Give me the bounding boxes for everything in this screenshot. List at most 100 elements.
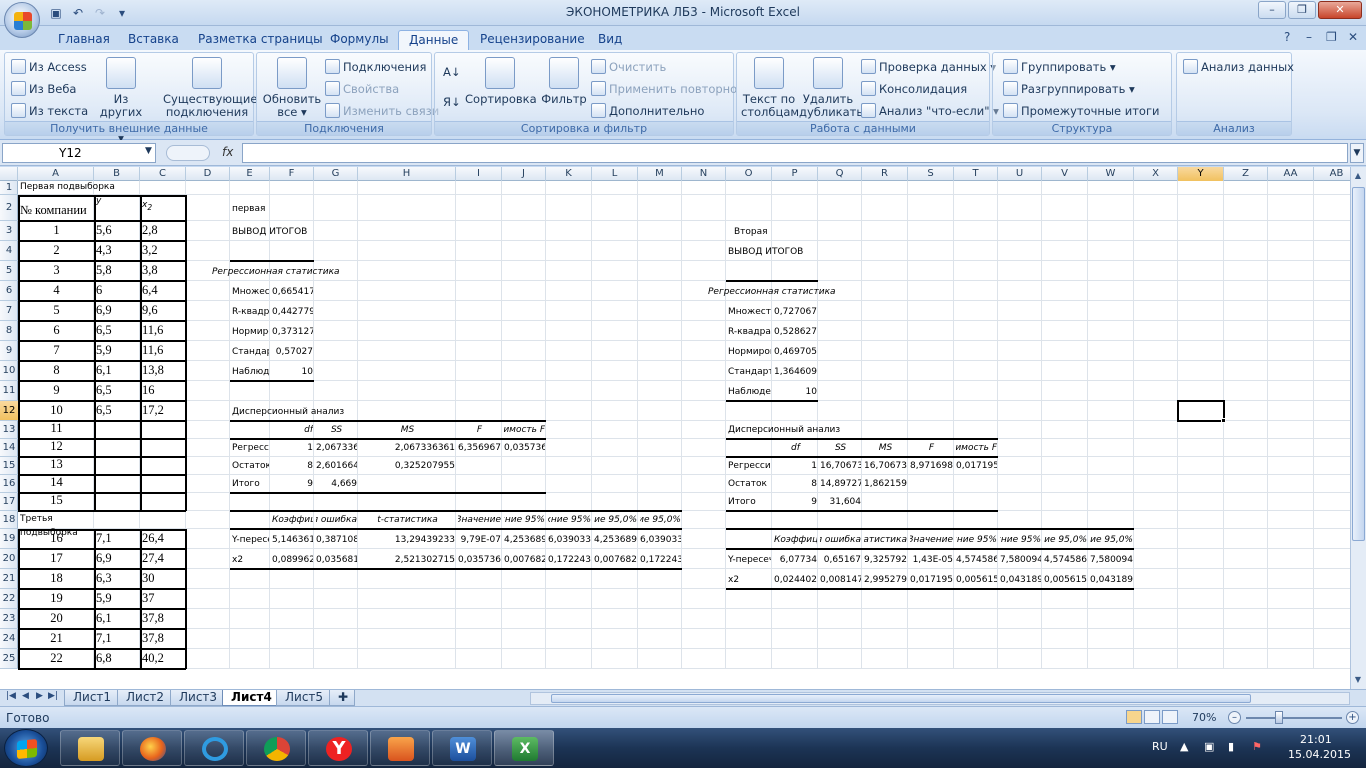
column-header-f[interactable]: F	[270, 167, 314, 181]
table-row-cell[interactable]: 2	[20, 244, 93, 257]
help-icon[interactable]: ?	[1284, 30, 1290, 44]
horizontal-scrollbar[interactable]	[530, 692, 1350, 705]
cell-q16[interactable]: 14,89727	[820, 478, 861, 491]
row-header-9[interactable]: 9	[0, 341, 18, 361]
cell-s19[interactable]: P-Значение	[910, 534, 953, 547]
column-header-e[interactable]: E	[230, 167, 270, 181]
sheet-tab-4[interactable]: Лист4	[222, 690, 281, 706]
properties-button[interactable]: Свойства	[325, 81, 399, 96]
table-row-cell[interactable]: 37	[142, 592, 185, 605]
cell-h18[interactable]: t-статистика	[360, 514, 455, 527]
table-row-cell[interactable]: 17	[20, 552, 93, 565]
table-row-cell[interactable]: 30	[142, 572, 185, 585]
cell-r21[interactable]: 2,995279	[864, 574, 907, 587]
cell-r20[interactable]: 9,325792	[864, 554, 907, 567]
what-if-button[interactable]: Анализ "что-если" ▾	[861, 103, 999, 118]
table-row-cell[interactable]: 6	[96, 284, 139, 297]
table-row-cell[interactable]: 11	[20, 422, 93, 435]
table-row-cell[interactable]: 5,6	[96, 224, 139, 237]
column-header-y[interactable]: Y	[1178, 167, 1224, 181]
tray-flag-icon[interactable]: ⚑	[1252, 740, 1262, 753]
cell-t21[interactable]: 0,005615	[956, 574, 997, 587]
row-header-4[interactable]: 4	[0, 241, 18, 261]
table-row-cell[interactable]: 18	[20, 572, 93, 585]
cell-k18[interactable]: Верхние 95%	[548, 514, 591, 527]
table-row-cell[interactable]: 4	[20, 284, 93, 297]
from-web-button[interactable]: Из Веба	[11, 81, 76, 96]
office-button[interactable]	[4, 2, 40, 38]
cell-g20[interactable]: 0,035681	[316, 554, 357, 567]
zoom-slider-knob[interactable]	[1275, 711, 1283, 724]
cell-o7[interactable]: Множест	[728, 306, 771, 319]
normal-view-icon[interactable]	[1126, 710, 1142, 724]
cell-o4[interactable]: ВЫВОД ИТОГОВ	[728, 246, 818, 259]
cell-o20[interactable]: Y-пересеч	[728, 554, 771, 567]
cell-v21[interactable]: 0,005615	[1044, 574, 1087, 587]
row-header-13[interactable]: 13	[0, 421, 18, 439]
table-row-cell[interactable]: 7	[20, 344, 93, 357]
start-button[interactable]	[4, 729, 48, 767]
cell-h13[interactable]: MS	[360, 424, 455, 437]
cell-w19[interactable]: Верхние 95,0%	[1090, 534, 1133, 547]
table-row-cell[interactable]: 27,4	[142, 552, 185, 565]
cell-o10[interactable]: Стандартн	[728, 366, 771, 379]
cell-f20[interactable]: 0,089962	[272, 554, 313, 567]
cell-q20[interactable]: 0,65167	[820, 554, 861, 567]
data-analysis-button[interactable]: Анализ данных	[1183, 59, 1294, 74]
cell-e6[interactable]: Множес	[232, 286, 269, 299]
cell-o21[interactable]: x2	[728, 574, 771, 587]
cell-q15[interactable]: 16,70673	[820, 460, 861, 473]
table-row-cell[interactable]: 12	[20, 440, 93, 453]
refresh-all-button[interactable]: Обновить все ▾	[261, 57, 323, 119]
cell-l20[interactable]: 0,007682	[594, 554, 637, 567]
table-row-cell[interactable]: 3,8	[142, 264, 185, 277]
cell-o13[interactable]: Дисперсионный анализ	[728, 424, 868, 437]
cell-e2[interactable]: первая	[232, 203, 269, 216]
row-header-3[interactable]: 3	[0, 221, 18, 241]
cell-f10[interactable]: 10	[272, 366, 313, 379]
row-header-8[interactable]: 8	[0, 321, 18, 341]
cell-o3[interactable]: Вторая	[734, 226, 777, 239]
table-row-cell[interactable]: 8	[20, 364, 93, 377]
cell-o15[interactable]: Регрессия	[728, 460, 771, 473]
cell-o6[interactable]: Регрессионная статистика	[708, 286, 848, 299]
cell-r19[interactable]: t-статистика	[864, 534, 907, 547]
tray-show-hidden-icon[interactable]: ▲	[1180, 740, 1188, 753]
cell-s21[interactable]: 0,017195	[910, 574, 953, 587]
cell-p8[interactable]: 0,528627	[774, 326, 817, 339]
table-row-cell[interactable]: 5,9	[96, 344, 139, 357]
cell-r16[interactable]: 1,862159	[864, 478, 907, 491]
row-header-5[interactable]: 5	[0, 261, 18, 281]
zoom-in-icon[interactable]: +	[1346, 711, 1359, 724]
cell-e12[interactable]: Дисперсионный анализ	[232, 406, 372, 419]
table-row-cell[interactable]: 22	[20, 652, 93, 665]
table-row-cell[interactable]: 6,3	[96, 572, 139, 585]
cell-o9[interactable]: Нормиров	[728, 346, 771, 359]
cell-r14[interactable]: MS	[864, 442, 907, 455]
table-row-cell[interactable]: 6,5	[96, 384, 139, 397]
cell-l18[interactable]: Нижние 95,0%	[594, 514, 637, 527]
cell-w21[interactable]: 0,043189	[1090, 574, 1133, 587]
row-header-11[interactable]: 11	[0, 381, 18, 401]
scroll-down-icon[interactable]: ▼	[1351, 673, 1365, 687]
cell-e19[interactable]: Y-пересе	[232, 534, 269, 547]
zoom-out-icon[interactable]: –	[1228, 711, 1241, 724]
table-row-cell[interactable]: 2,8	[142, 224, 185, 237]
cell-p20[interactable]: 6,07734	[774, 554, 817, 567]
taskbar-excel[interactable]: X	[494, 730, 554, 766]
table-row-cell[interactable]: 9,6	[142, 304, 185, 317]
connections-button[interactable]: Подключения	[325, 59, 426, 74]
cell-p10[interactable]: 1,364609	[774, 366, 817, 379]
cell-f8[interactable]: 0,373127	[272, 326, 313, 339]
cell-t19[interactable]: Нижние 95%	[956, 534, 997, 547]
column-header-n[interactable]: N	[682, 167, 726, 181]
cell-k20[interactable]: 0,172243	[548, 554, 591, 567]
zoom-level[interactable]: 70%	[1192, 711, 1216, 724]
column-header-c[interactable]: C	[140, 167, 186, 181]
column-header-l[interactable]: L	[592, 167, 638, 181]
insert-sheet-icon[interactable]: ✚	[329, 690, 355, 706]
cell-f19[interactable]: 5,146361	[272, 534, 313, 547]
cell-t14[interactable]: Значимость F	[956, 442, 997, 455]
cell-p15[interactable]: 1	[774, 460, 817, 473]
cell-b2[interactable]: y	[96, 195, 139, 208]
